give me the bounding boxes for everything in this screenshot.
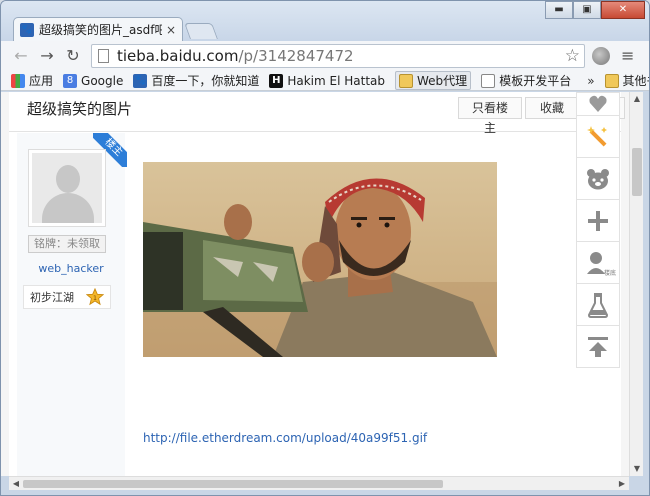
bookmark-other[interactable]: 其他书签 xyxy=(604,72,649,89)
tool-jump-bottom-label: 楼底 xyxy=(603,270,616,277)
tab-close-icon[interactable]: × xyxy=(166,23,176,37)
bookmark-label: 百度一下，你就知道 xyxy=(151,74,260,88)
folder-icon xyxy=(604,73,619,88)
chrome-menu-icon[interactable]: ≡ xyxy=(621,46,634,65)
magic-wand-icon xyxy=(587,125,607,146)
bookmark-label: Web代理 xyxy=(417,74,468,88)
scroll-left-arrow-icon[interactable]: ◀ xyxy=(9,477,23,491)
maximize-button[interactable]: ▣ xyxy=(573,1,601,19)
post-title: 超级搞笑的图片 xyxy=(27,100,133,118)
baidu-paw-icon: 🐾 xyxy=(20,22,34,37)
folder-icon xyxy=(399,73,414,88)
url-path: /p/3142847472 xyxy=(238,47,354,65)
floating-toolbar: 楼底 xyxy=(576,92,620,386)
tool-like[interactable] xyxy=(576,92,620,116)
google-icon: 8 xyxy=(63,73,78,88)
bookmark-apps[interactable]: 应用 xyxy=(11,72,53,89)
tool-jump-bottom[interactable]: 楼底 xyxy=(576,242,620,284)
forward-button[interactable]: → xyxy=(35,44,59,68)
level-number: 1 xyxy=(93,295,97,302)
bookmark-star-icon[interactable]: ☆ xyxy=(565,46,580,66)
bookmark-label: 模板开发平台 xyxy=(499,74,572,88)
tool-emoji[interactable] xyxy=(576,158,620,200)
tool-lab[interactable] xyxy=(576,284,620,326)
vertical-scroll-thumb[interactable] xyxy=(632,148,642,196)
bookmark-template[interactable]: 模板开发平台 xyxy=(481,72,571,89)
new-tab-button[interactable] xyxy=(184,23,218,39)
default-avatar-icon xyxy=(32,153,102,223)
avatar[interactable] xyxy=(28,149,106,227)
scroll-right-arrow-icon[interactable]: ▶ xyxy=(615,477,629,491)
bookmarks-bar: 应用 8 Google 🐾 百度一下，你就知道 H Hakim El Hatta… xyxy=(1,71,649,91)
extension-globe-icon[interactable] xyxy=(592,47,610,65)
only-op-button[interactable]: 只看楼主 xyxy=(458,97,522,135)
level-title: 初步江湖 xyxy=(30,291,74,304)
tab-strip: 🐾 超级搞笑的图片_asdf吧_百 × ▬ ▣ ✕ xyxy=(1,1,649,41)
heart-icon xyxy=(589,95,607,112)
page-viewport: 超级搞笑的图片 只看楼主 收藏 回 楼主 铭牌：未领取 web_hacker 初… xyxy=(1,92,629,476)
bookmarks-overflow-chevron-icon[interactable]: » xyxy=(587,74,594,88)
baidu-icon: 🐾 xyxy=(133,73,148,88)
browser-tab[interactable]: 🐾 超级搞笑的图片_asdf吧_百 × xyxy=(13,17,183,41)
tab-title: 超级搞笑的图片_asdf吧_百 xyxy=(39,23,162,37)
level-star-icon: 1 xyxy=(86,288,104,306)
flask-icon xyxy=(587,292,609,318)
bookmark-label: Google xyxy=(81,73,124,88)
browser-toolbar: ← → ↻ tieba.baidu.com/p/3142847472 ☆ ≡ xyxy=(1,41,649,71)
bookmark-label: 其他书签 xyxy=(622,74,649,88)
browser-window: 🐾 超级搞笑的图片_asdf吧_百 × ▬ ▣ ✕ ← → ↻ tieba.ba… xyxy=(0,0,650,496)
tool-magic[interactable] xyxy=(576,116,620,158)
level-badge[interactable]: 初步江湖 1 xyxy=(23,285,111,309)
bookmark-label: Hakim El Hattab xyxy=(287,73,386,88)
close-window-button[interactable]: ✕ xyxy=(601,1,645,19)
bookmark-web-proxy[interactable]: Web代理 xyxy=(395,71,472,90)
page-icon xyxy=(481,73,496,88)
horizontal-scroll-thumb[interactable] xyxy=(23,480,443,488)
horizontal-scrollbar[interactable]: ◀ ▶ xyxy=(9,476,629,490)
collect-button[interactable]: 收藏 xyxy=(525,97,579,119)
plus-icon xyxy=(588,210,608,231)
username-link[interactable]: web_hacker xyxy=(17,262,125,275)
bookmark-label: 应用 xyxy=(29,74,54,88)
tool-add[interactable] xyxy=(576,200,620,242)
bookmark-hakim[interactable]: H Hakim El Hattab xyxy=(269,73,386,88)
bookmark-baidu[interactable]: 🐾 百度一下，你就知道 xyxy=(133,72,259,89)
minimize-button[interactable]: ▬ xyxy=(545,1,573,19)
apps-icon xyxy=(11,73,25,88)
post-gif-image[interactable] xyxy=(143,162,497,357)
window-controls: ▬ ▣ ✕ xyxy=(545,1,645,19)
back-button[interactable]: ← xyxy=(9,44,33,68)
url-host: tieba.baidu.com xyxy=(117,47,239,65)
post-header: 超级搞笑的图片 只看楼主 收藏 回 xyxy=(9,92,625,135)
nameplate-badge: 铭牌：未领取 xyxy=(28,235,106,253)
scroll-up-arrow-icon[interactable]: ▲ xyxy=(630,92,644,106)
h-icon: H xyxy=(269,73,284,88)
vertical-scrollbar[interactable]: ▲ ▼ xyxy=(629,92,643,476)
scroll-down-arrow-icon[interactable]: ▼ xyxy=(630,462,644,476)
reload-button[interactable]: ↻ xyxy=(61,44,85,68)
tool-back-to-top[interactable] xyxy=(576,326,620,368)
address-bar[interactable]: tieba.baidu.com/p/3142847472 ☆ xyxy=(91,44,585,68)
page-icon xyxy=(98,49,109,63)
back-to-top-icon xyxy=(588,336,608,357)
bear-face-icon xyxy=(587,168,609,189)
bookmark-google[interactable]: 8 Google xyxy=(63,73,124,88)
post-container: 超级搞笑的图片 只看楼主 收藏 回 楼主 铭牌：未领取 web_hacker 初… xyxy=(9,92,625,476)
post-image-link[interactable]: http://file.etherdream.com/upload/40a99f… xyxy=(143,431,427,445)
